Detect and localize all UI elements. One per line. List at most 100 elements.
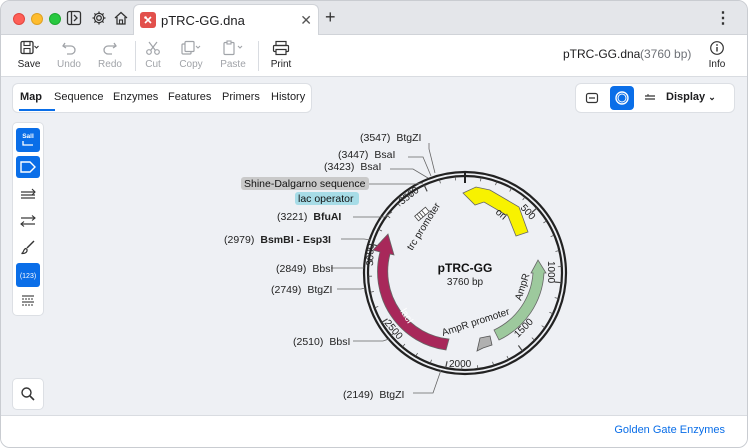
site-label[interactable]: (3547) BtgZI [360, 132, 421, 144]
paste-button[interactable]: Paste [213, 39, 253, 75]
backbone-tick [402, 343, 406, 348]
site-label[interactable]: (2749) BtgZI [271, 284, 332, 296]
enzyme-site-icon[interactable]: SalI [16, 128, 40, 152]
feature-ampr-promoter[interactable] [476, 335, 493, 352]
plasmid-name: pTRC-GG [438, 261, 493, 275]
sequence-view-icon[interactable] [638, 86, 662, 110]
label-shine-dalgarno[interactable]: Shine-Dalgarno sequence [244, 178, 366, 190]
site-label[interactable]: (2510) BbsI [293, 336, 350, 348]
feature-icon[interactable] [16, 156, 40, 178]
site-pos: (3447) [338, 149, 368, 161]
cut-button[interactable]: Cut [133, 39, 173, 75]
document-tab[interactable]: pTRC-GG.dna ✕ [133, 4, 319, 35]
tab-enzymes[interactable]: Enzymes [113, 91, 158, 103]
tab-primers[interactable]: Primers [222, 91, 260, 103]
site-pos: (3221) [277, 211, 307, 223]
copy-button[interactable]: Copy [171, 39, 211, 75]
primer-arrows-icon[interactable] [16, 210, 40, 232]
undo-label: Undo [57, 59, 81, 70]
active-tab-indicator [19, 109, 55, 111]
file-name: pTRC-GG.dna [563, 47, 641, 61]
info-icon [697, 39, 737, 57]
print-label: Print [270, 59, 292, 70]
app-window: pTRC-GG.dna ✕ + ⋮ Save Undo Redo Cut Cop… [0, 0, 748, 448]
tab-title: pTRC-GG.dna [161, 13, 245, 28]
search-icon [21, 387, 35, 401]
site-pos: (2149) [343, 389, 373, 401]
tab-map[interactable]: Map [20, 91, 42, 103]
orf-icon[interactable] [16, 184, 40, 206]
site-pos: (2510) [293, 336, 323, 348]
minimize-window-button[interactable] [31, 13, 43, 25]
backbone-tick [517, 345, 524, 352]
backbone-tick [423, 184, 428, 192]
tab-sequence[interactable]: Sequence [54, 91, 104, 103]
home-icon[interactable] [111, 8, 131, 28]
redo-button[interactable]: Redo [90, 39, 130, 75]
site-label[interactable]: (3221) BfuAI [277, 211, 341, 223]
redo-icon [90, 39, 130, 57]
site-pos: (3547) [360, 132, 390, 144]
site-name: BbsI [312, 263, 333, 275]
site-label[interactable]: (2849) BbsI [276, 263, 333, 275]
print-button[interactable]: Print [261, 39, 301, 75]
info-button[interactable]: Info [697, 39, 737, 75]
more-menu-icon[interactable]: ⋮ [715, 8, 731, 28]
site-name: BsmBI - Esp3I [260, 234, 331, 246]
copy-label: Copy [179, 59, 203, 70]
golden-gate-enzymes-link[interactable]: Golden Gate Enzymes [614, 424, 725, 436]
gear-icon[interactable] [89, 8, 109, 28]
plasmid-map[interactable]: 500 1000 1500 2000 2500 3000 3500 ori Am… [201, 121, 581, 411]
app-logo-icon [140, 12, 156, 28]
site-name: BtgZI [379, 389, 404, 401]
paste-label: Paste [220, 59, 246, 70]
site-label[interactable]: (2149) BtgZI [343, 389, 404, 401]
label-lac-operator[interactable]: lac operator [298, 193, 354, 205]
site-pos: (2979) [224, 234, 254, 246]
numbers-icon-text: (123) [20, 273, 36, 280]
sequence-rows-icon[interactable] [16, 290, 40, 312]
circular-view-icon[interactable] [610, 86, 634, 110]
undo-button[interactable]: Undo [49, 39, 89, 75]
site-pos: (2849) [276, 263, 306, 275]
file-length: (3760 bp) [640, 47, 692, 61]
tab-history[interactable]: History [271, 91, 305, 103]
plasmid-length: 3760 bp [447, 277, 484, 288]
left-tool-panel: SalI (123) [13, 123, 43, 315]
numbering-icon[interactable]: (123) [16, 263, 40, 287]
site-pos: (3423) [324, 161, 354, 173]
search-button[interactable] [13, 379, 43, 409]
new-tab-icon[interactable]: + [325, 7, 336, 28]
site-label[interactable]: (3423) BsaI [324, 161, 381, 173]
enzyme-icon-text: SalI [22, 133, 34, 140]
site-pos: (2749) [271, 284, 301, 296]
site-name: BbsI [329, 336, 350, 348]
display-menu-button[interactable]: Display ⌄ [666, 91, 716, 103]
tick-label-2000: 2000 [449, 359, 472, 370]
backbone-tick [531, 337, 535, 341]
save-label: Save [17, 59, 41, 70]
display-label: Display [666, 91, 706, 103]
linear-view-icon[interactable] [580, 86, 604, 110]
site-name: BfuAI [313, 211, 341, 223]
tab-features[interactable]: Features [168, 91, 211, 103]
sidebar-toggle-icon[interactable] [64, 8, 84, 28]
paintbrush-icon[interactable] [16, 236, 40, 258]
chevron-down-icon: ⌄ [708, 92, 716, 102]
site-label[interactable]: (3447) BsaI [338, 149, 395, 161]
close-window-button[interactable] [13, 13, 25, 25]
save-icon [9, 39, 49, 57]
scissors-icon [133, 39, 173, 57]
map-view-controls: Display ⌄ [576, 84, 734, 112]
tick-label-1000: 1000 [545, 261, 556, 284]
redo-label: Redo [98, 59, 122, 70]
site-label[interactable]: (2979) BsmBI - Esp3I [224, 234, 331, 246]
cut-label: Cut [145, 59, 161, 70]
title-bar: pTRC-GG.dna ✕ + ⋮ [1, 1, 747, 35]
toolbar-divider [258, 41, 259, 71]
close-tab-icon[interactable]: ✕ [300, 12, 312, 29]
save-button[interactable]: Save [9, 39, 49, 75]
zoom-window-button[interactable] [49, 13, 61, 25]
backbone-tick [522, 196, 526, 201]
site-name: BtgZI [396, 132, 421, 144]
